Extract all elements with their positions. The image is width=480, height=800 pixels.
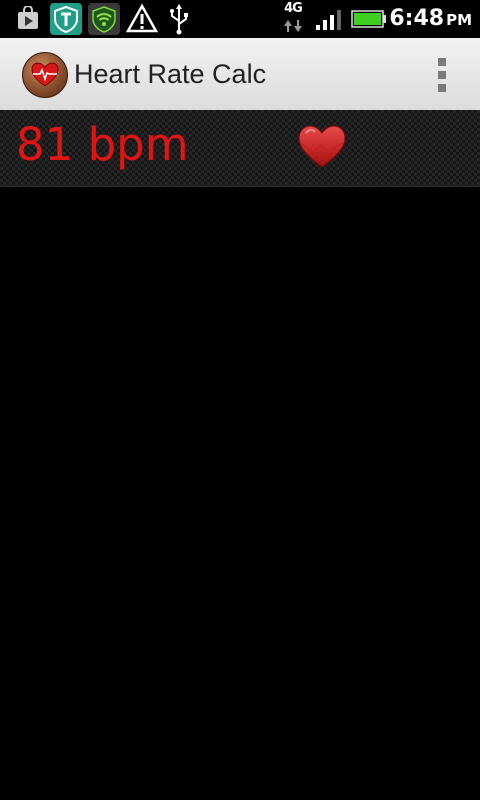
signal-icon [314, 0, 344, 38]
network-type-label: 4G [284, 1, 303, 16]
overflow-menu-dot [438, 58, 446, 66]
action-bar: Heart Rate Calc [0, 38, 480, 111]
app-title: Heart Rate Calc [74, 59, 267, 89]
overflow-menu-dot [438, 84, 446, 92]
warning-icon [126, 0, 158, 38]
clock-time: 6:48 [389, 6, 445, 31]
clock: 6:48 PM [389, 0, 472, 38]
play-store-icon [14, 0, 42, 38]
heart-icon[interactable] [296, 121, 348, 173]
battery-icon [350, 0, 388, 38]
status-bar: 4G 6:48 PM [0, 0, 480, 38]
heart-rate-panel: 81 bpm [0, 110, 480, 187]
wifi-lock-icon [88, 0, 120, 38]
usb-icon [166, 0, 192, 38]
overflow-menu-icon[interactable] [432, 58, 452, 92]
overflow-menu-dot [438, 71, 446, 79]
data-arrows-icon [282, 16, 304, 36]
bpm-readout: 81 bpm [16, 118, 189, 171]
heart-rate-app-icon[interactable] [22, 52, 68, 98]
shield-t-icon [50, 0, 82, 38]
clock-ampm: PM [446, 11, 472, 29]
screen: 4G 6:48 PM Heart Rate Calc 81 bpm [0, 0, 480, 800]
